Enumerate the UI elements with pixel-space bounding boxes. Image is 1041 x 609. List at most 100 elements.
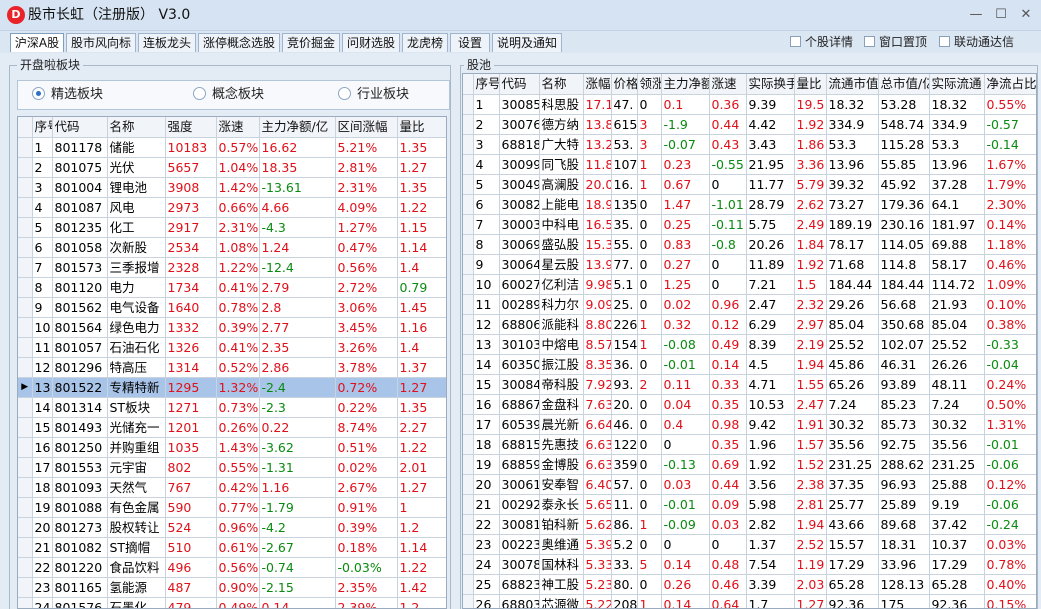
sector-row[interactable]: 9 801562 电气设备 1640 0.78% 2.8 3.06% 1.45 xyxy=(18,297,446,318)
sector-row[interactable]: ▶ 13 801522 专精特新 1295 1.32% -2.4 0.72% 1.27 xyxy=(18,377,446,398)
sector-cell: 1.37 xyxy=(397,357,446,378)
maximize-button[interactable]: ☐ xyxy=(988,5,1014,25)
sector-row[interactable]: 1 801178 储能 10183 0.57% 16.62 5.21% 1.35 xyxy=(18,137,446,158)
col-header-speed[interactable]: 涨速 xyxy=(709,74,747,95)
stock-cell: 1.31% xyxy=(984,414,1036,435)
col-header-name[interactable]: 名称 xyxy=(539,74,584,95)
stock-row[interactable]: 22 30081 铂科新 5.62 86. 1 -0.09 0.03 2.82 1.94 43.66… xyxy=(463,514,1036,535)
tab-wencai[interactable]: 问财选股 xyxy=(342,33,400,52)
sector-row[interactable]: 4 801087 风电 2973 0.66% 4.66 4.09% 1.22 xyxy=(18,197,446,218)
col-header-code[interactable]: 代码 xyxy=(52,117,108,138)
option-always-on-top[interactable]: 窗口置顶 xyxy=(864,34,927,50)
stock-row[interactable]: 14 60350 振江股 8.35 36. 0 -0.01 0.14 4.5 1.94 45.86 4… xyxy=(463,354,1036,375)
col-header-net-amount[interactable]: 主力净额 xyxy=(661,74,710,95)
sector-table[interactable]: 序号 代码 名称 强度 涨速 主力净额/亿 区间涨幅 量比 1801178储能1… xyxy=(17,116,447,609)
col-header-code[interactable]: 代码 xyxy=(499,74,540,95)
col-header-real-float[interactable]: 实际流通 xyxy=(929,74,985,95)
stock-row[interactable]: 20 30061 安奉智 6.40 57. 0 0.03 0.44 3.56 2.38 37.35 9… xyxy=(463,474,1036,495)
col-header-float-cap[interactable]: 流通市值 xyxy=(826,74,879,95)
stock-pool-table[interactable]: 序号 代码 名称 涨幅 价格 领涨 主力净额 涨速 实际换手 量比 流通市值 总… xyxy=(462,73,1037,609)
sector-row[interactable]: 8 801120 电力 1734 0.41% 2.79 2.72% 0.79 xyxy=(18,277,446,298)
col-header-turnover[interactable]: 实际换手 xyxy=(746,74,795,95)
stock-row[interactable]: 2 30076 德方纳 13.8 615 3 -1.9 0.44 4.42 1.92 334.9 54… xyxy=(463,114,1036,135)
stock-row[interactable]: 25 68823 神工股 5.23 80. 0 0.26 0.46 3.39 2.03 65.28 1… xyxy=(463,574,1036,595)
stock-row[interactable]: 13 30103 中熔电 8.57 154 1 -0.08 0.49 8.39 2.19 25.52… xyxy=(463,334,1036,355)
col-header-name[interactable]: 名称 xyxy=(107,117,166,138)
tab-limit-up-concept[interactable]: 涨停概念选股 xyxy=(198,33,280,52)
tab-consecutive-limit[interactable]: 连板龙头 xyxy=(138,33,196,52)
stock-row[interactable]: 10 60027 亿利洁 9.98 5.1 0 1.25 0 7.21 1.5 184.44 184.… xyxy=(463,274,1036,295)
sector-row[interactable]: 18 801093 天然气 767 0.42% 1.16 2.67% 1.27 xyxy=(18,477,446,498)
sector-row[interactable]: 20 801273 股权转让 524 0.96% -4.2 0.39% 1.2 xyxy=(18,517,446,538)
stock-cell: 0.32 xyxy=(661,314,710,335)
stock-row[interactable]: 17 60539 晨光新 6.64 46. 0 0.4 0.98 9.42 1.91 30.32 85… xyxy=(463,414,1036,435)
sector-row[interactable]: 12 801296 特高压 1314 0.52% 2.86 3.78% 1.37 xyxy=(18,357,446,378)
stock-row[interactable]: 5 30049 高澜股 20.0 16. 1 0.67 0 11.77 5.79 39.32 45.9… xyxy=(463,174,1036,195)
col-header-index[interactable]: 序号 xyxy=(473,74,500,95)
stock-row[interactable]: 6 30082 上能电 18.9 135 0 1.47 -1.01 28.79 2.62 73.27… xyxy=(463,194,1036,215)
stock-row[interactable]: 19 68859 金博股 6.63 359 0 -0.13 0.69 1.92 1.52 231.2… xyxy=(463,454,1036,475)
stock-cell: 6.63 xyxy=(583,454,612,475)
option-link-tdx[interactable]: 联动通达信 xyxy=(939,34,1014,50)
sector-row[interactable]: 21 801082 ST摘帽 510 0.61% -2.67 0.18% 1.14 xyxy=(18,537,446,558)
stock-row[interactable]: 1 30085 科思股 17.1 47. 0 0.1 0.36 9.39 19.5 18.32 53.… xyxy=(463,94,1036,115)
col-header-price[interactable]: 价格 xyxy=(611,74,638,95)
tab-market-indicator[interactable]: 股市风向标 xyxy=(66,33,136,52)
sector-row[interactable]: 14 801314 ST板块 1271 0.73% -2.3 0.22% 1.35 xyxy=(18,397,446,418)
minimize-button[interactable]: — xyxy=(963,5,989,25)
stock-row[interactable]: 3 68818 广大特 13.2 53. 3 -0.07 0.43 3.43 1.86 53.3 11… xyxy=(463,134,1036,155)
col-header-range-change[interactable]: 区间涨幅 xyxy=(335,117,398,138)
tab-help[interactable]: 说明及通知 xyxy=(492,33,562,52)
stock-row[interactable]: 15 30084 帝科股 7.92 93. 2 0.11 0.33 4.71 1.55 65.26 9… xyxy=(463,374,1036,395)
col-header-lead[interactable]: 领涨 xyxy=(637,74,662,95)
sector-row[interactable]: 7 801573 三季报增 2328 1.22% -12.4 0.56% 1.4 xyxy=(18,257,446,278)
col-header-speed[interactable]: 涨速 xyxy=(216,117,260,138)
radio-concept-sectors[interactable]: 概念板块 xyxy=(193,87,264,103)
sector-row[interactable]: 19 801088 有色金属 590 0.77% -1.79 0.91% 1 xyxy=(18,497,446,518)
stock-row[interactable]: 11 00289 科力尔 9.09 25. 0 0.02 0.96 2.47 2.32 29.26 5… xyxy=(463,294,1036,315)
radio-selected-sectors[interactable]: 精选板块 xyxy=(32,87,103,103)
tab-auction[interactable]: 竞价掘金 xyxy=(282,33,340,52)
col-header-volume-ratio[interactable]: 量比 xyxy=(397,117,446,138)
stock-row[interactable]: 26 68803 芯源微 5.22 208 1 0.14 0.64 1.7 1.27 92.36 17… xyxy=(463,594,1036,608)
stock-cell: 1.55 xyxy=(794,374,827,395)
stock-row[interactable]: 8 30069 盛弘股 15.3 55. 0 0.83 -0.8 20.26 1.84 78.17 1… xyxy=(463,234,1036,255)
tab-settings[interactable]: 设置 xyxy=(450,33,490,52)
sector-row[interactable]: 11 801057 石油石化 1326 0.41% 2.35 3.26% 1.4 xyxy=(18,337,446,358)
sector-cell: 1.04% xyxy=(216,157,260,178)
sector-row[interactable]: 15 801493 光储充一 1201 0.26% 0.22 8.74% 2.27 xyxy=(18,417,446,438)
sector-row[interactable]: 10 801564 绿色电力 1332 0.39% 2.77 3.45% 1.16 xyxy=(18,317,446,338)
stock-cell: 6.63 xyxy=(583,434,612,455)
stock-row[interactable]: 4 30099 同飞股 11.8 107 1 0.23 -0.55 21.95 3.36 13.96… xyxy=(463,154,1036,175)
stock-row[interactable]: 16 68867 金盘科 7.63 20. 0 0.04 0.35 10.53 2.47 7.24 8… xyxy=(463,394,1036,415)
col-header-net-ratio[interactable]: 净流占比 xyxy=(984,74,1036,95)
radio-industry-sectors[interactable]: 行业板块 xyxy=(338,87,409,103)
sector-row[interactable]: 16 801250 并购重组 1035 1.43% -3.62 0.51% 1.22 xyxy=(18,437,446,458)
close-button[interactable]: ✕ xyxy=(1013,5,1039,25)
stock-row[interactable]: 24 30078 国林科 5.33 33. 5 0.14 0.48 7.54 1.19 17.29 3… xyxy=(463,554,1036,575)
stock-row[interactable]: 7 30003 中科电 16.5 35. 0 0.25 -0.11 5.75 2.49 189.19… xyxy=(463,214,1036,235)
sector-row[interactable]: 22 801220 食品饮料 496 0.56% -0.74 -0.03% 1.22 xyxy=(18,557,446,578)
col-header-net-inflow[interactable]: 主力净额/亿 xyxy=(259,117,336,138)
sector-row[interactable]: 6 801058 次新股 2534 1.08% 1.24 0.47% 1.14 xyxy=(18,237,446,258)
col-header-index[interactable]: 序号 xyxy=(32,117,53,138)
col-header-volume-ratio[interactable]: 量比 xyxy=(794,74,827,95)
tab-dragon-tiger[interactable]: 龙虎榜 xyxy=(402,33,448,52)
sector-row[interactable]: 23 801165 氢能源 487 0.90% -2.15 2.35% 1.42 xyxy=(18,577,446,598)
sector-row[interactable]: 17 801553 元宇宙 802 0.55% -1.31 0.02% 2.01 xyxy=(18,457,446,478)
stock-row[interactable]: 23 00223 奥维通 5.39 5.2 0 0 0 1.37 2.52 15.57 18.31 10… xyxy=(463,534,1036,555)
stock-row[interactable]: 12 68806 派能科 8.80 226 1 0.32 0.12 6.29 2.97 85.04 3… xyxy=(463,314,1036,335)
sector-row[interactable]: 2 801075 光伏 5657 1.04% 18.35 2.81% 1.27 xyxy=(18,157,446,178)
stock-cell: 35.56 xyxy=(929,434,985,455)
sector-row[interactable]: 24 801576 石墨化 479 0.49% 0.14 2.39% 1.2 xyxy=(18,597,446,608)
col-header-total-cap[interactable]: 总市值/亿 xyxy=(878,74,930,95)
sector-row[interactable]: 5 801235 化工 2917 2.31% -4.3 1.27% 1.15 xyxy=(18,217,446,238)
stock-row[interactable]: 18 68815 先惠技 6.63 122 0 0 0.35 1.96 1.57 35.56 92.7… xyxy=(463,434,1036,455)
col-header-change[interactable]: 涨幅 xyxy=(583,74,612,95)
stock-row[interactable]: 9 30064 星云股 13.9 77. 0 0.27 0 11.89 1.92 71.68 114.… xyxy=(463,254,1036,275)
option-stock-detail[interactable]: 个股详情 xyxy=(790,34,853,50)
col-header-strength[interactable]: 强度 xyxy=(165,117,217,138)
tab-shenhu-a[interactable]: 沪深A股 xyxy=(10,33,64,52)
stock-row[interactable]: 21 00292 泰永长 5.65 11. 0 -0.01 0.09 5.98 2.81 25.77… xyxy=(463,494,1036,515)
sector-row[interactable]: 3 801004 锂电池 3908 1.42% -13.61 2.31% 1.35 xyxy=(18,177,446,198)
